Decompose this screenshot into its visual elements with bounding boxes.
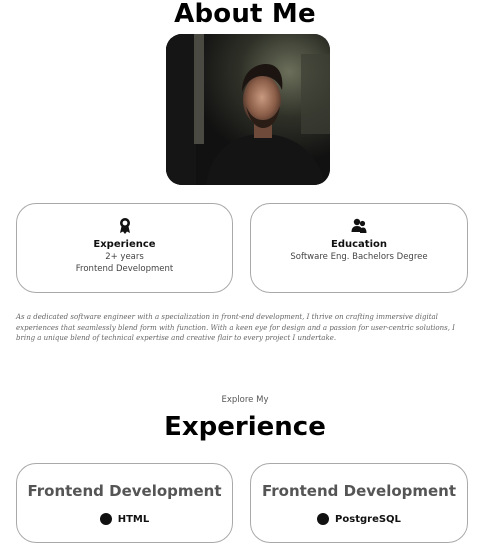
check-circle-icon [99,513,112,525]
education-degree: Software Eng. Bachelors Degree [290,252,428,262]
experience-card-heading: Frontend Development [27,482,222,500]
experience-card-title: Experience [93,239,156,250]
users-icon [351,218,367,233]
skill-label: HTML [117,513,150,525]
experience-card-heading: Frontend Development [261,482,457,500]
frontend-experience-card: Frontend Development HTML [16,463,233,543]
education-card-title: Education [331,239,387,250]
backend-experience-card: Frontend Development PostgreSQL [250,463,468,543]
skill-item: PostgreSQL [251,513,467,525]
section-kicker: Explore My [221,395,269,405]
page-title: About Me [174,0,316,29]
section-title: Experience [164,412,326,442]
experience-card: Experience 2+ years Frontend Development [16,203,233,293]
skill-label: PostgreSQL [335,513,401,525]
experience-years: 2+ years [105,252,144,262]
bio-paragraph: As a dedicated software engineer with a … [16,313,455,342]
award-icon [119,218,130,234]
education-card: Education Software Eng. Bachelors Degree [250,203,468,293]
experience-field: Frontend Development [75,264,174,274]
skill-item: HTML [17,513,232,525]
check-circle-icon [317,513,330,525]
profile-photo [166,34,330,185]
